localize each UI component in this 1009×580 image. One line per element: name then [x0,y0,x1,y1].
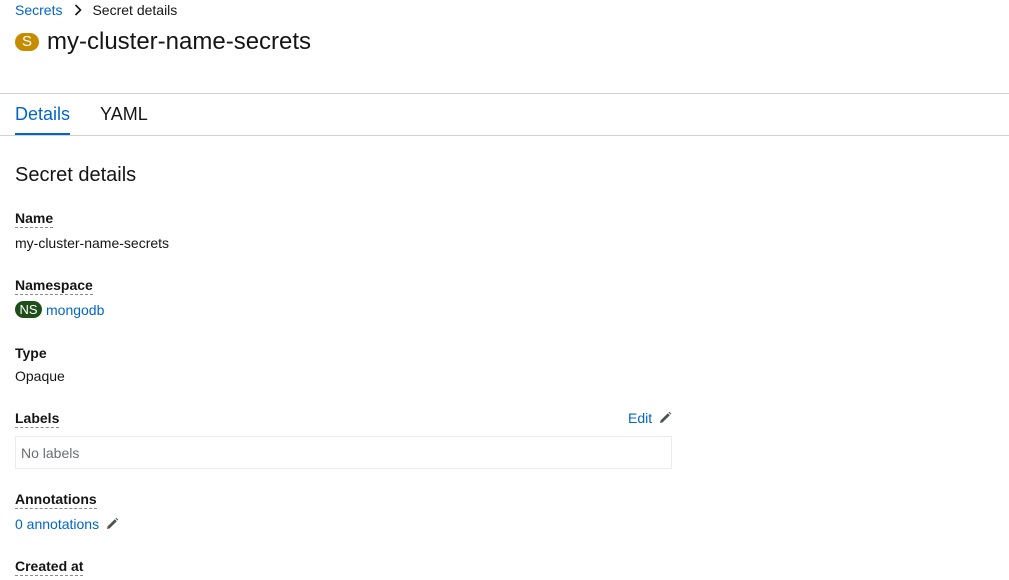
section-heading: Secret details [15,164,137,186]
page-title: my-cluster-name-secrets [47,28,312,55]
page-header: S my-cluster-name-secrets [15,28,311,56]
labels-edit-label: Edit [628,410,653,426]
pencil-icon [105,517,119,531]
namespace-badge: NS [15,301,42,318]
tab-details[interactable]: Details [15,94,71,136]
namespace-value-row: NS mongodb [15,301,104,318]
labels-box: No labels [15,436,672,469]
labels-edit-button[interactable]: Edit [628,410,672,426]
resource-badge: S [15,33,39,51]
name-value: my-cluster-name-secrets [15,235,170,251]
annotations-count: 0 annotations [15,516,100,532]
annotations-label[interactable]: Annotations [15,491,97,509]
name-label[interactable]: Name [15,210,54,228]
created-at-label[interactable]: Created at [15,558,84,576]
type-label: Type [15,345,47,361]
namespace-label[interactable]: Namespace [15,277,93,295]
breadcrumb: Secrets Secret details [15,1,177,19]
breadcrumb-secrets-link[interactable]: Secrets [15,2,62,18]
type-value: Opaque [15,368,65,384]
labels-empty-text: No labels [21,445,80,461]
breadcrumb-current: Secret details [92,2,178,18]
labels-label[interactable]: Labels [15,410,60,428]
namespace-link[interactable]: mongodb [46,302,104,318]
tabs-divider [0,135,1009,136]
annotations-link[interactable]: 0 annotations [15,516,119,532]
tab-bar: Details YAML [15,94,178,136]
tab-yaml[interactable]: YAML [100,94,148,136]
chevron-right-icon [74,4,83,16]
pencil-icon [658,411,672,425]
